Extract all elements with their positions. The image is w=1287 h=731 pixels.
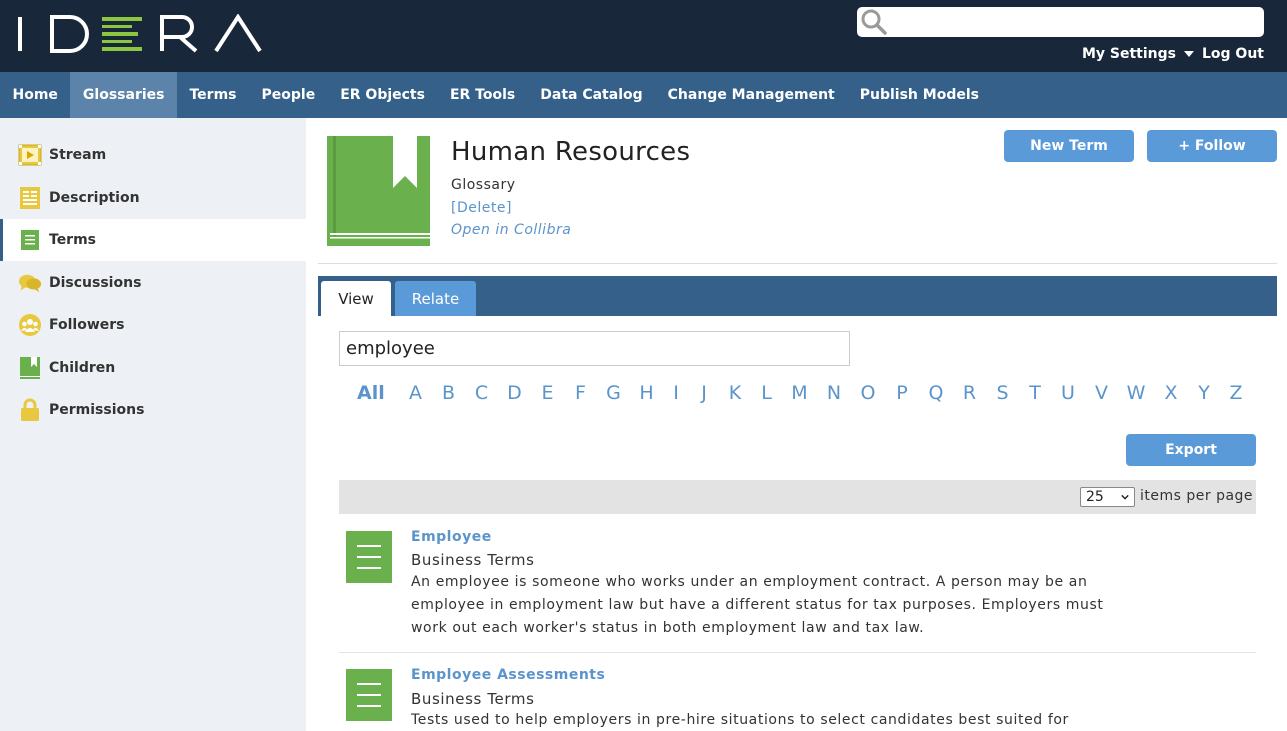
terms-icon bbox=[18, 228, 42, 252]
letter-filter-x[interactable]: X bbox=[1154, 382, 1188, 404]
user-menu: My Settings Log Out bbox=[1082, 46, 1264, 62]
term-name-link[interactable]: Employee bbox=[411, 529, 492, 545]
term-icon bbox=[346, 531, 392, 583]
export-button[interactable]: Export bbox=[1126, 434, 1256, 466]
letter-filter-c[interactable]: C bbox=[465, 382, 498, 404]
row-divider bbox=[339, 652, 1256, 653]
description-icon bbox=[18, 186, 42, 210]
sidebar-item-followers[interactable]: Followers bbox=[0, 304, 306, 346]
followers-icon bbox=[18, 313, 42, 337]
items-per-page-value: 25 bbox=[1086, 489, 1104, 505]
my-settings-link[interactable]: My Settings bbox=[1082, 46, 1176, 62]
children-icon bbox=[18, 356, 42, 380]
letter-filter-k[interactable]: K bbox=[719, 382, 751, 404]
nav-er-tools[interactable]: ER Tools bbox=[437, 72, 527, 118]
sidebar-item-label: Description bbox=[49, 190, 140, 206]
letter-filter-u[interactable]: U bbox=[1051, 382, 1085, 404]
term-type-label: Business Terms bbox=[411, 551, 535, 569]
sidebar-item-label: Children bbox=[49, 360, 116, 376]
letter-filter-a[interactable]: A bbox=[399, 382, 432, 404]
letter-filter-r[interactable]: R bbox=[953, 382, 986, 404]
nav-home[interactable]: Home bbox=[0, 72, 70, 118]
sidebar-item-label: Stream bbox=[49, 147, 107, 163]
letter-filter-d[interactable]: D bbox=[498, 382, 531, 404]
nav-glossaries[interactable]: Glossaries bbox=[70, 72, 177, 118]
letter-filter-s[interactable]: S bbox=[986, 382, 1019, 404]
items-per-page-label: items per page bbox=[1140, 488, 1254, 504]
letter-filter-all[interactable]: All bbox=[357, 382, 399, 404]
tab-relate[interactable]: Relate bbox=[395, 281, 476, 316]
sidebar-item-label: Followers bbox=[49, 317, 125, 333]
nav-er-objects[interactable]: ER Objects bbox=[328, 72, 438, 118]
tab-bar: View Relate bbox=[318, 276, 1277, 316]
term-icon bbox=[346, 669, 392, 721]
lock-icon bbox=[18, 398, 42, 422]
chevron-down-icon bbox=[1121, 494, 1129, 500]
letter-filter-j[interactable]: J bbox=[689, 382, 719, 404]
sidebar-item-label: Permissions bbox=[49, 402, 145, 418]
glossary-book-icon bbox=[327, 136, 430, 246]
sidebar-item-description[interactable]: Description bbox=[0, 177, 306, 219]
letter-filter-f[interactable]: F bbox=[564, 382, 597, 404]
delete-link[interactable]: [Delete] bbox=[451, 200, 512, 216]
page-title: Human Resources bbox=[451, 137, 691, 167]
log-out-link[interactable]: Log Out bbox=[1202, 46, 1264, 62]
letter-filter-w[interactable]: W bbox=[1118, 382, 1154, 404]
open-in-collibra-link[interactable]: Open in Collibra bbox=[451, 222, 571, 238]
term-filter-input[interactable]: employee bbox=[339, 331, 850, 366]
idera-logo-mark bbox=[18, 14, 262, 53]
letter-filter-m[interactable]: M bbox=[782, 382, 817, 404]
search-icon[interactable] bbox=[861, 9, 887, 35]
letter-filter-y[interactable]: Y bbox=[1188, 382, 1220, 404]
items-per-page-select[interactable]: 25 bbox=[1080, 487, 1135, 507]
letter-filter-o[interactable]: O bbox=[851, 382, 885, 404]
term-name-link[interactable]: Employee Assessments bbox=[411, 667, 605, 683]
letter-filter-b[interactable]: B bbox=[432, 382, 465, 404]
follow-button[interactable]: + Follow bbox=[1147, 130, 1277, 162]
header-divider bbox=[318, 263, 1277, 264]
letter-filter-e[interactable]: E bbox=[531, 382, 564, 404]
sidebar-item-label: Terms bbox=[49, 232, 97, 248]
asset-type-label: Glossary bbox=[451, 177, 516, 193]
chevron-down-icon[interactable] bbox=[1184, 51, 1194, 57]
letter-filter-g[interactable]: G bbox=[597, 382, 630, 404]
letter-filter-p[interactable]: P bbox=[885, 382, 919, 404]
nav-change-management[interactable]: Change Management bbox=[655, 72, 847, 118]
term-type-label: Business Terms bbox=[411, 690, 535, 708]
letter-filter-l[interactable]: L bbox=[751, 382, 782, 404]
nav-terms[interactable]: Terms bbox=[177, 72, 249, 118]
sidebar-item-children[interactable]: Children bbox=[0, 347, 306, 389]
letter-filter-z[interactable]: Z bbox=[1220, 382, 1252, 404]
sidebar-item-discussions[interactable]: Discussions bbox=[0, 262, 306, 304]
letter-filter-q[interactable]: Q bbox=[919, 382, 953, 404]
global-search-input[interactable] bbox=[857, 7, 1264, 37]
letter-filter-h[interactable]: H bbox=[630, 382, 663, 404]
letter-filter-t[interactable]: T bbox=[1019, 382, 1051, 404]
discussions-icon bbox=[18, 271, 42, 295]
nav-publish-models[interactable]: Publish Models bbox=[847, 72, 991, 118]
tab-view[interactable]: View bbox=[321, 281, 391, 316]
sidebar: Stream Description Terms Discussions Fol… bbox=[0, 118, 306, 731]
term-description: Tests used to help employers in pre-hire… bbox=[411, 712, 1069, 728]
sidebar-item-permissions[interactable]: Permissions bbox=[0, 389, 306, 431]
sidebar-item-stream[interactable]: Stream bbox=[0, 134, 306, 176]
main-nav: Home Glossaries Terms People ER Objects … bbox=[0, 72, 1287, 118]
new-term-button[interactable]: New Term bbox=[1004, 130, 1134, 162]
nav-data-catalog[interactable]: Data Catalog bbox=[528, 72, 655, 118]
sidebar-item-terms[interactable]: Terms bbox=[0, 219, 306, 261]
nav-people[interactable]: People bbox=[249, 72, 328, 118]
sidebar-item-label: Discussions bbox=[49, 275, 142, 291]
stream-icon bbox=[18, 143, 42, 167]
term-description: An employee is someone who works under a… bbox=[411, 574, 1104, 636]
idera-logo[interactable] bbox=[16, 14, 268, 54]
letter-filter-n[interactable]: N bbox=[817, 382, 851, 404]
letter-filter-v[interactable]: V bbox=[1085, 382, 1118, 404]
alphabet-filter: All A B C D E F G H I J K L M N O P Q R … bbox=[357, 382, 1252, 404]
letter-filter-i[interactable]: I bbox=[663, 382, 689, 404]
